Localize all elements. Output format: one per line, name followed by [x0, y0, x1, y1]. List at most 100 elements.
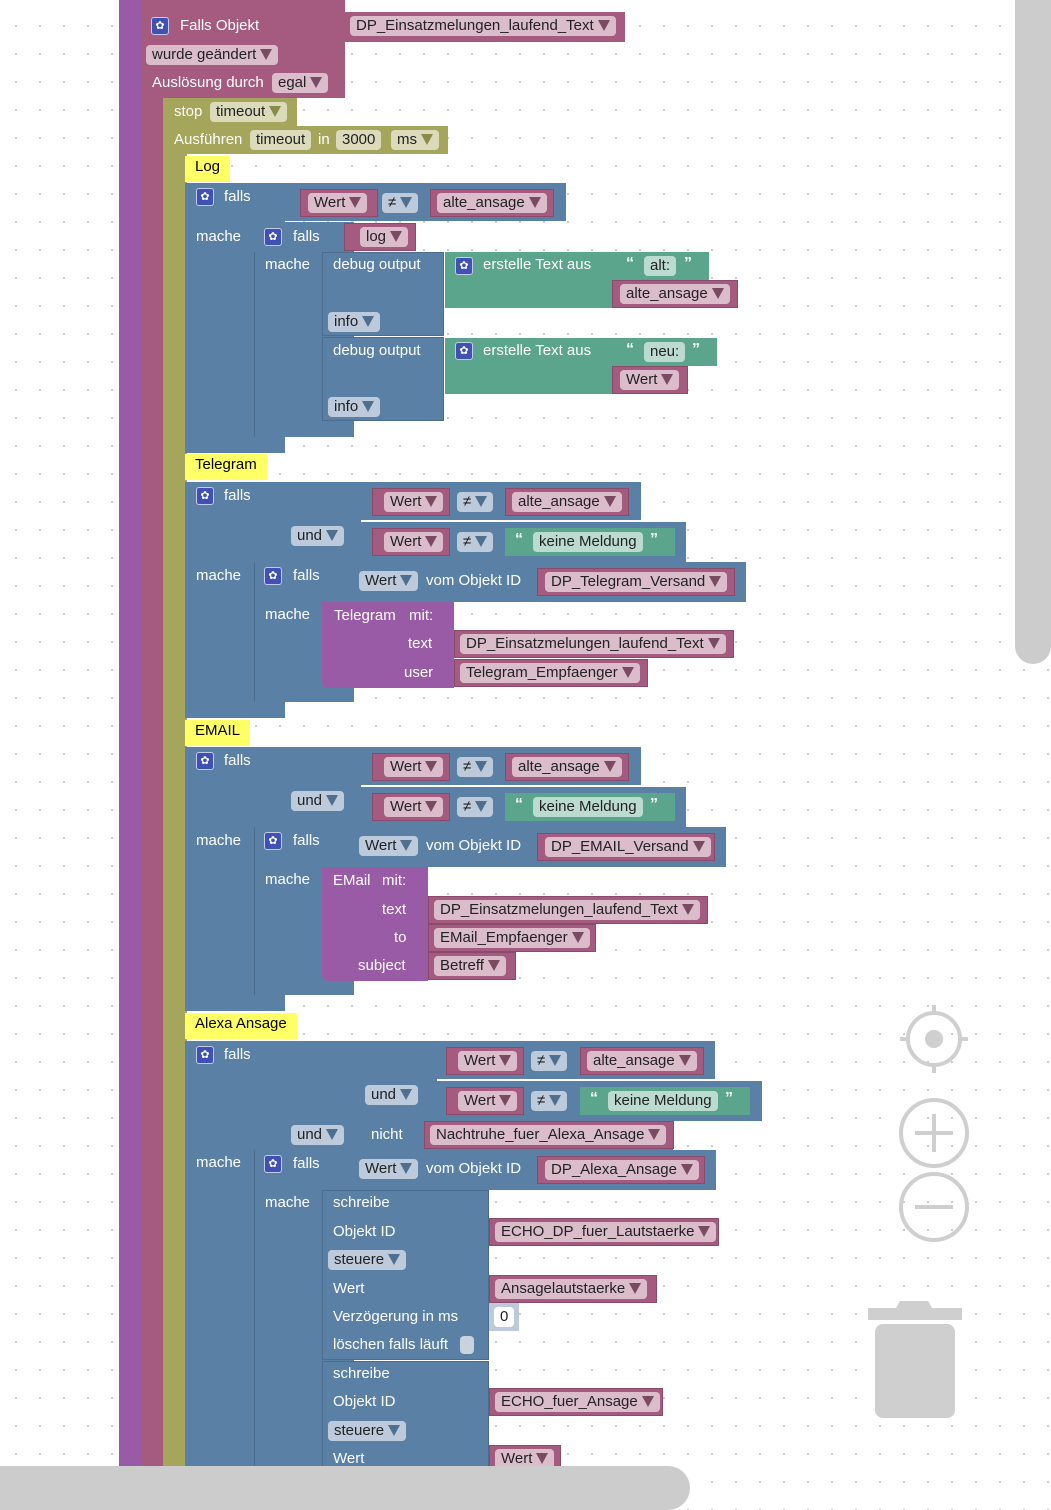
chevron-down-icon: [629, 1283, 642, 1294]
state-property-dropdown[interactable]: Wert: [359, 1159, 419, 1179]
keine-meldung-field[interactable]: keine Meldung: [533, 797, 643, 817]
logic-op-value: und: [297, 1126, 323, 1143]
wert-dropdown[interactable]: Wert: [620, 370, 680, 390]
email-subject-dropdown[interactable]: Betreff: [434, 956, 506, 976]
operator-dropdown[interactable]: ≠: [457, 532, 494, 552]
new-text-field[interactable]: neu:: [644, 342, 686, 362]
gear-icon[interactable]: ✿: [196, 752, 214, 770]
telegram-user-value: Telegram_Empfaenger: [466, 664, 618, 681]
keine-meldung-field[interactable]: keine Meldung: [533, 532, 643, 552]
gear-icon[interactable]: ✿: [196, 1046, 214, 1064]
email-mit-label: mit:: [382, 872, 407, 889]
gear-icon[interactable]: ✿: [455, 342, 473, 360]
alte-ansage-dropdown[interactable]: alte_ansage: [512, 492, 622, 512]
timeout-unit-dropdown[interactable]: ms: [391, 130, 439, 150]
timeout-name-field[interactable]: timeout: [250, 130, 312, 150]
operator-dropdown[interactable]: ≠: [457, 492, 494, 512]
write-mode-dropdown[interactable]: steuere: [328, 1421, 407, 1441]
operator-dropdown[interactable]: ≠: [382, 193, 419, 213]
write-objekt-dropdown[interactable]: ECHO_fuer_Ansage: [495, 1392, 660, 1412]
alte-ansage-dropdown[interactable]: alte_ansage: [587, 1051, 697, 1071]
write-objekt-dropdown[interactable]: ECHO_DP_fuer_Lautstaerke: [495, 1222, 717, 1242]
gear-icon[interactable]: ✿: [196, 188, 214, 206]
comment-email[interactable]: EMAIL: [185, 720, 251, 746]
telegram-dp-dropdown[interactable]: DP_Telegram_Versand: [545, 572, 728, 592]
vertical-scrollbar[interactable]: [1015, 0, 1051, 664]
wert-dropdown[interactable]: Wert: [384, 532, 444, 552]
trigger-block-spine: [141, 0, 163, 1470]
zoom-out-icon[interactable]: [898, 1171, 970, 1243]
alexa-dp-dropdown[interactable]: DP_Alexa_Ansage: [545, 1160, 699, 1180]
open-quote-icon: “: [515, 796, 523, 813]
operator-value: ≠: [537, 1052, 546, 1069]
close-quote-icon: ”: [684, 255, 692, 272]
comment-alexa[interactable]: Alexa Ansage: [185, 1013, 297, 1039]
keine-meldung-field[interactable]: keine Meldung: [608, 1091, 718, 1111]
state-property-value: Wert: [365, 837, 397, 854]
wert-value: Wert: [390, 493, 422, 510]
gear-icon[interactable]: ✿: [264, 1155, 282, 1173]
wert-dropdown[interactable]: Wert: [458, 1091, 518, 1111]
comment-telegram[interactable]: Telegram: [185, 454, 267, 480]
wert-dropdown[interactable]: Wert: [384, 757, 444, 777]
horizontal-scrollbar[interactable]: [0, 1466, 690, 1510]
timeout-unit-value: ms: [397, 131, 417, 148]
write-delay-field[interactable]: 0: [494, 1307, 515, 1327]
zoom-in-icon[interactable]: [898, 1097, 970, 1169]
operator-dropdown[interactable]: ≠: [531, 1091, 568, 1111]
wert-dropdown[interactable]: Wert: [384, 797, 444, 817]
comment-log[interactable]: Log: [185, 156, 231, 182]
cause-dropdown[interactable]: egal: [272, 73, 329, 93]
trash-icon[interactable]: [868, 1298, 964, 1420]
write-block-1[interactable]: [322, 1190, 489, 1360]
operator-dropdown[interactable]: ≠: [457, 757, 494, 777]
gear-icon[interactable]: ✿: [264, 567, 282, 585]
debug-level-dropdown[interactable]: info: [328, 397, 381, 417]
operator-dropdown[interactable]: ≠: [531, 1051, 568, 1071]
alte-ansage-dropdown[interactable]: alte_ansage: [512, 757, 622, 777]
email-dp-dropdown[interactable]: DP_EMAIL_Versand: [545, 837, 711, 857]
debug-level-dropdown[interactable]: info: [328, 312, 381, 332]
gear-icon[interactable]: ✿: [196, 487, 214, 505]
state-property-dropdown[interactable]: Wert: [359, 571, 419, 591]
wert-dropdown[interactable]: Wert: [458, 1051, 518, 1071]
alte-ansage-dropdown[interactable]: alte_ansage: [437, 193, 547, 213]
gear-icon[interactable]: ✿: [264, 228, 282, 246]
write-wert-dropdown[interactable]: Ansagelautstaerke: [495, 1279, 648, 1299]
telegram-user-dropdown[interactable]: Telegram_Empfaenger: [460, 663, 640, 683]
gear-icon[interactable]: ✿: [151, 17, 169, 35]
trigger-object-dropdown[interactable]: DP_Einsatzmelungen_laufend_Text: [350, 16, 616, 36]
gear-icon[interactable]: ✿: [455, 257, 473, 275]
chevron-down-icon: [349, 197, 362, 208]
alte-ansage-dropdown[interactable]: alte_ansage: [620, 284, 730, 304]
telegram-text-dropdown[interactable]: DP_Einsatzmelungen_laufend_Text: [460, 634, 726, 654]
logic-op-dropdown[interactable]: und: [291, 791, 345, 811]
write-mode-dropdown[interactable]: steuere: [328, 1250, 407, 1270]
trigger-event-dropdown[interactable]: wurde geändert: [146, 45, 279, 65]
stop-timeout-dropdown[interactable]: timeout: [210, 102, 288, 122]
logic-op-dropdown[interactable]: und: [365, 1085, 419, 1105]
gear-icon[interactable]: ✿: [264, 832, 282, 850]
timeout-in-label: in: [318, 131, 330, 148]
email-to-dropdown[interactable]: EMail_Empfaenger: [434, 928, 590, 948]
email-text-dropdown[interactable]: DP_Einsatzmelungen_laufend_Text: [434, 900, 700, 920]
logic-op-dropdown[interactable]: und: [291, 526, 345, 546]
operator-dropdown[interactable]: ≠: [457, 797, 494, 817]
nachtruhe-dropdown[interactable]: Nachtruhe_fuer_Alexa_Ansage: [430, 1125, 667, 1145]
recenter-icon[interactable]: [898, 1003, 970, 1075]
chevron-down-icon: [709, 576, 722, 587]
logic-op-dropdown[interactable]: und: [291, 1125, 345, 1145]
chevron-down-icon: [681, 904, 694, 915]
debug-output-label: debug output: [333, 256, 421, 273]
chevron-down-icon: [362, 316, 375, 327]
write-clear-checkbox[interactable]: [460, 1336, 474, 1354]
state-property-dropdown[interactable]: Wert: [359, 836, 419, 856]
debug-output-label: debug output: [333, 342, 421, 359]
wert-dropdown[interactable]: Wert: [384, 492, 444, 512]
alte-ansage-value: alte_ansage: [593, 1052, 675, 1069]
cause-label: Auslösung durch: [152, 74, 264, 91]
log-var-dropdown[interactable]: log: [360, 227, 409, 247]
timeout-value-field[interactable]: 3000: [336, 130, 382, 150]
old-text-field[interactable]: alt:: [644, 256, 677, 276]
wert-dropdown[interactable]: Wert: [308, 193, 368, 213]
